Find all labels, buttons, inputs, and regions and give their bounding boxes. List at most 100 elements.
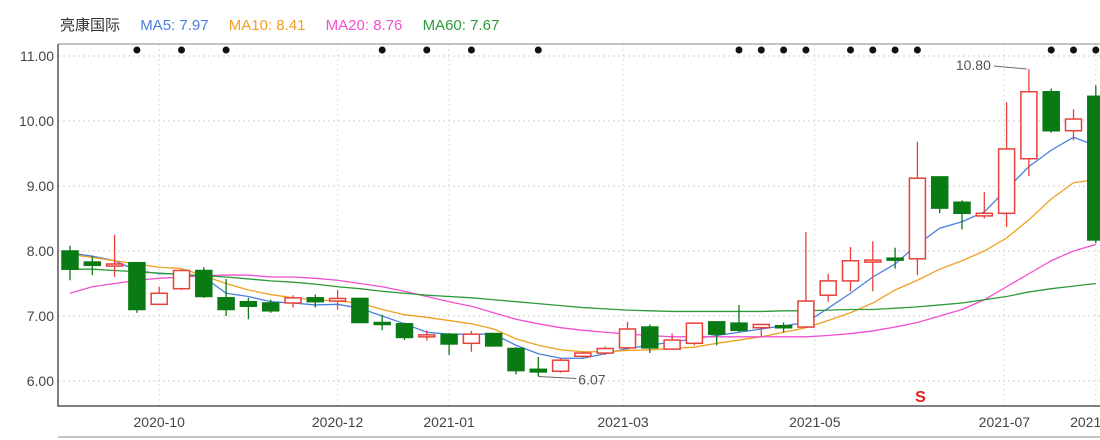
candle-body — [707, 321, 726, 335]
candle-body — [730, 322, 748, 332]
candle — [462, 330, 481, 352]
candle — [172, 269, 191, 290]
candle — [707, 321, 726, 346]
candle — [1064, 109, 1083, 141]
event-marker-icon — [378, 46, 386, 54]
candle-body — [774, 325, 793, 329]
candle — [195, 267, 213, 298]
y-tick-label: 9.00 — [27, 178, 54, 194]
event-marker-icon — [847, 46, 854, 54]
candle-body — [1020, 91, 1038, 160]
candle — [908, 141, 927, 276]
candle-body — [105, 263, 124, 267]
candle-body — [440, 333, 458, 345]
candle — [953, 200, 971, 230]
candle — [730, 304, 748, 333]
candle — [306, 294, 325, 308]
y-tick-label: 8.00 — [27, 243, 54, 259]
candle — [351, 297, 369, 324]
candle — [596, 346, 614, 355]
candle — [574, 351, 592, 358]
x-tick-label: 2021-01 — [423, 414, 475, 430]
candle-body — [418, 334, 436, 338]
candle-body — [328, 297, 347, 302]
event-marker-icon — [891, 46, 899, 54]
ma-line-ma5 — [69, 136, 1097, 359]
x-tick-label: 2020-10 — [134, 414, 186, 430]
event-marker-icon — [423, 46, 431, 54]
candle-body — [507, 347, 525, 372]
candle-body — [975, 212, 994, 217]
candle-body — [596, 347, 614, 354]
candle — [418, 330, 436, 341]
candle — [641, 324, 659, 354]
y-tick-label: 7.00 — [27, 308, 54, 324]
candle-body — [997, 148, 1016, 215]
event-marker-icon — [1047, 46, 1055, 54]
candle-body — [128, 261, 146, 311]
candle — [128, 261, 146, 313]
x-tick-label: 2021-08 — [1070, 414, 1100, 430]
candle — [373, 314, 391, 331]
annotation-arrow — [993, 65, 1027, 70]
candle-body — [195, 269, 213, 298]
candle-body — [752, 323, 771, 329]
y-tick-label: 10.00 — [19, 113, 54, 129]
y-tick-label: 6.00 — [27, 373, 54, 389]
candle — [284, 295, 302, 308]
signal-s-icon: S — [915, 389, 926, 406]
candle — [1020, 69, 1038, 177]
candle-body — [908, 177, 927, 260]
x-tick-label: 2021-03 — [597, 414, 649, 430]
event-marker-icon — [780, 46, 788, 54]
candle-body — [61, 250, 79, 270]
candle-body — [685, 322, 704, 345]
candle-body — [1087, 95, 1100, 241]
candle — [551, 358, 570, 373]
candle-body — [306, 297, 325, 303]
candle — [797, 232, 815, 328]
candle-body — [172, 269, 191, 290]
candle — [328, 290, 347, 310]
candle — [484, 332, 503, 347]
candle-body — [1042, 91, 1060, 132]
x-tick-label: 2020-12 — [312, 414, 364, 430]
event-marker-icon — [869, 46, 877, 54]
event-marker-icon — [467, 46, 475, 54]
candle-body — [797, 300, 815, 328]
candle — [1087, 85, 1100, 244]
x-tick-label: 2021-05 — [789, 414, 841, 430]
candle-body — [217, 297, 235, 311]
low-price-label: 6.07 — [578, 371, 605, 387]
candle — [507, 347, 525, 375]
annotation-arrow — [538, 375, 577, 379]
candlestick-chart: 11.00 10.00 9.00 8.00 7.00 6.00 2020-10 2020-12… — [19, 43, 1100, 438]
candle — [395, 322, 414, 341]
event-marker-icon — [913, 46, 921, 54]
event-marker-icon — [1070, 46, 1077, 54]
candle — [618, 321, 637, 350]
candle — [819, 273, 837, 302]
high-price-label: 10.80 — [956, 57, 991, 73]
ma-line-ma20 — [69, 243, 1096, 338]
candle-body — [574, 352, 592, 358]
candle — [975, 191, 994, 219]
event-marker-icon — [1092, 46, 1100, 54]
candle-body — [373, 321, 391, 326]
candle-body — [150, 292, 168, 306]
candle — [864, 241, 882, 292]
candle-body — [886, 257, 904, 261]
candle-body — [618, 328, 637, 349]
candle — [997, 102, 1016, 227]
candle-body — [953, 201, 971, 215]
event-marker-icon — [735, 46, 743, 54]
candle-body — [261, 302, 280, 312]
event-marker-icon — [534, 46, 542, 54]
event-marker-icon — [133, 46, 141, 54]
candle-body — [351, 297, 369, 324]
x-tick-label: 2021-07 — [979, 414, 1031, 430]
candle-body — [484, 332, 503, 347]
candle-body — [641, 326, 659, 349]
event-marker-icon — [222, 46, 230, 54]
candle-body — [284, 297, 302, 304]
